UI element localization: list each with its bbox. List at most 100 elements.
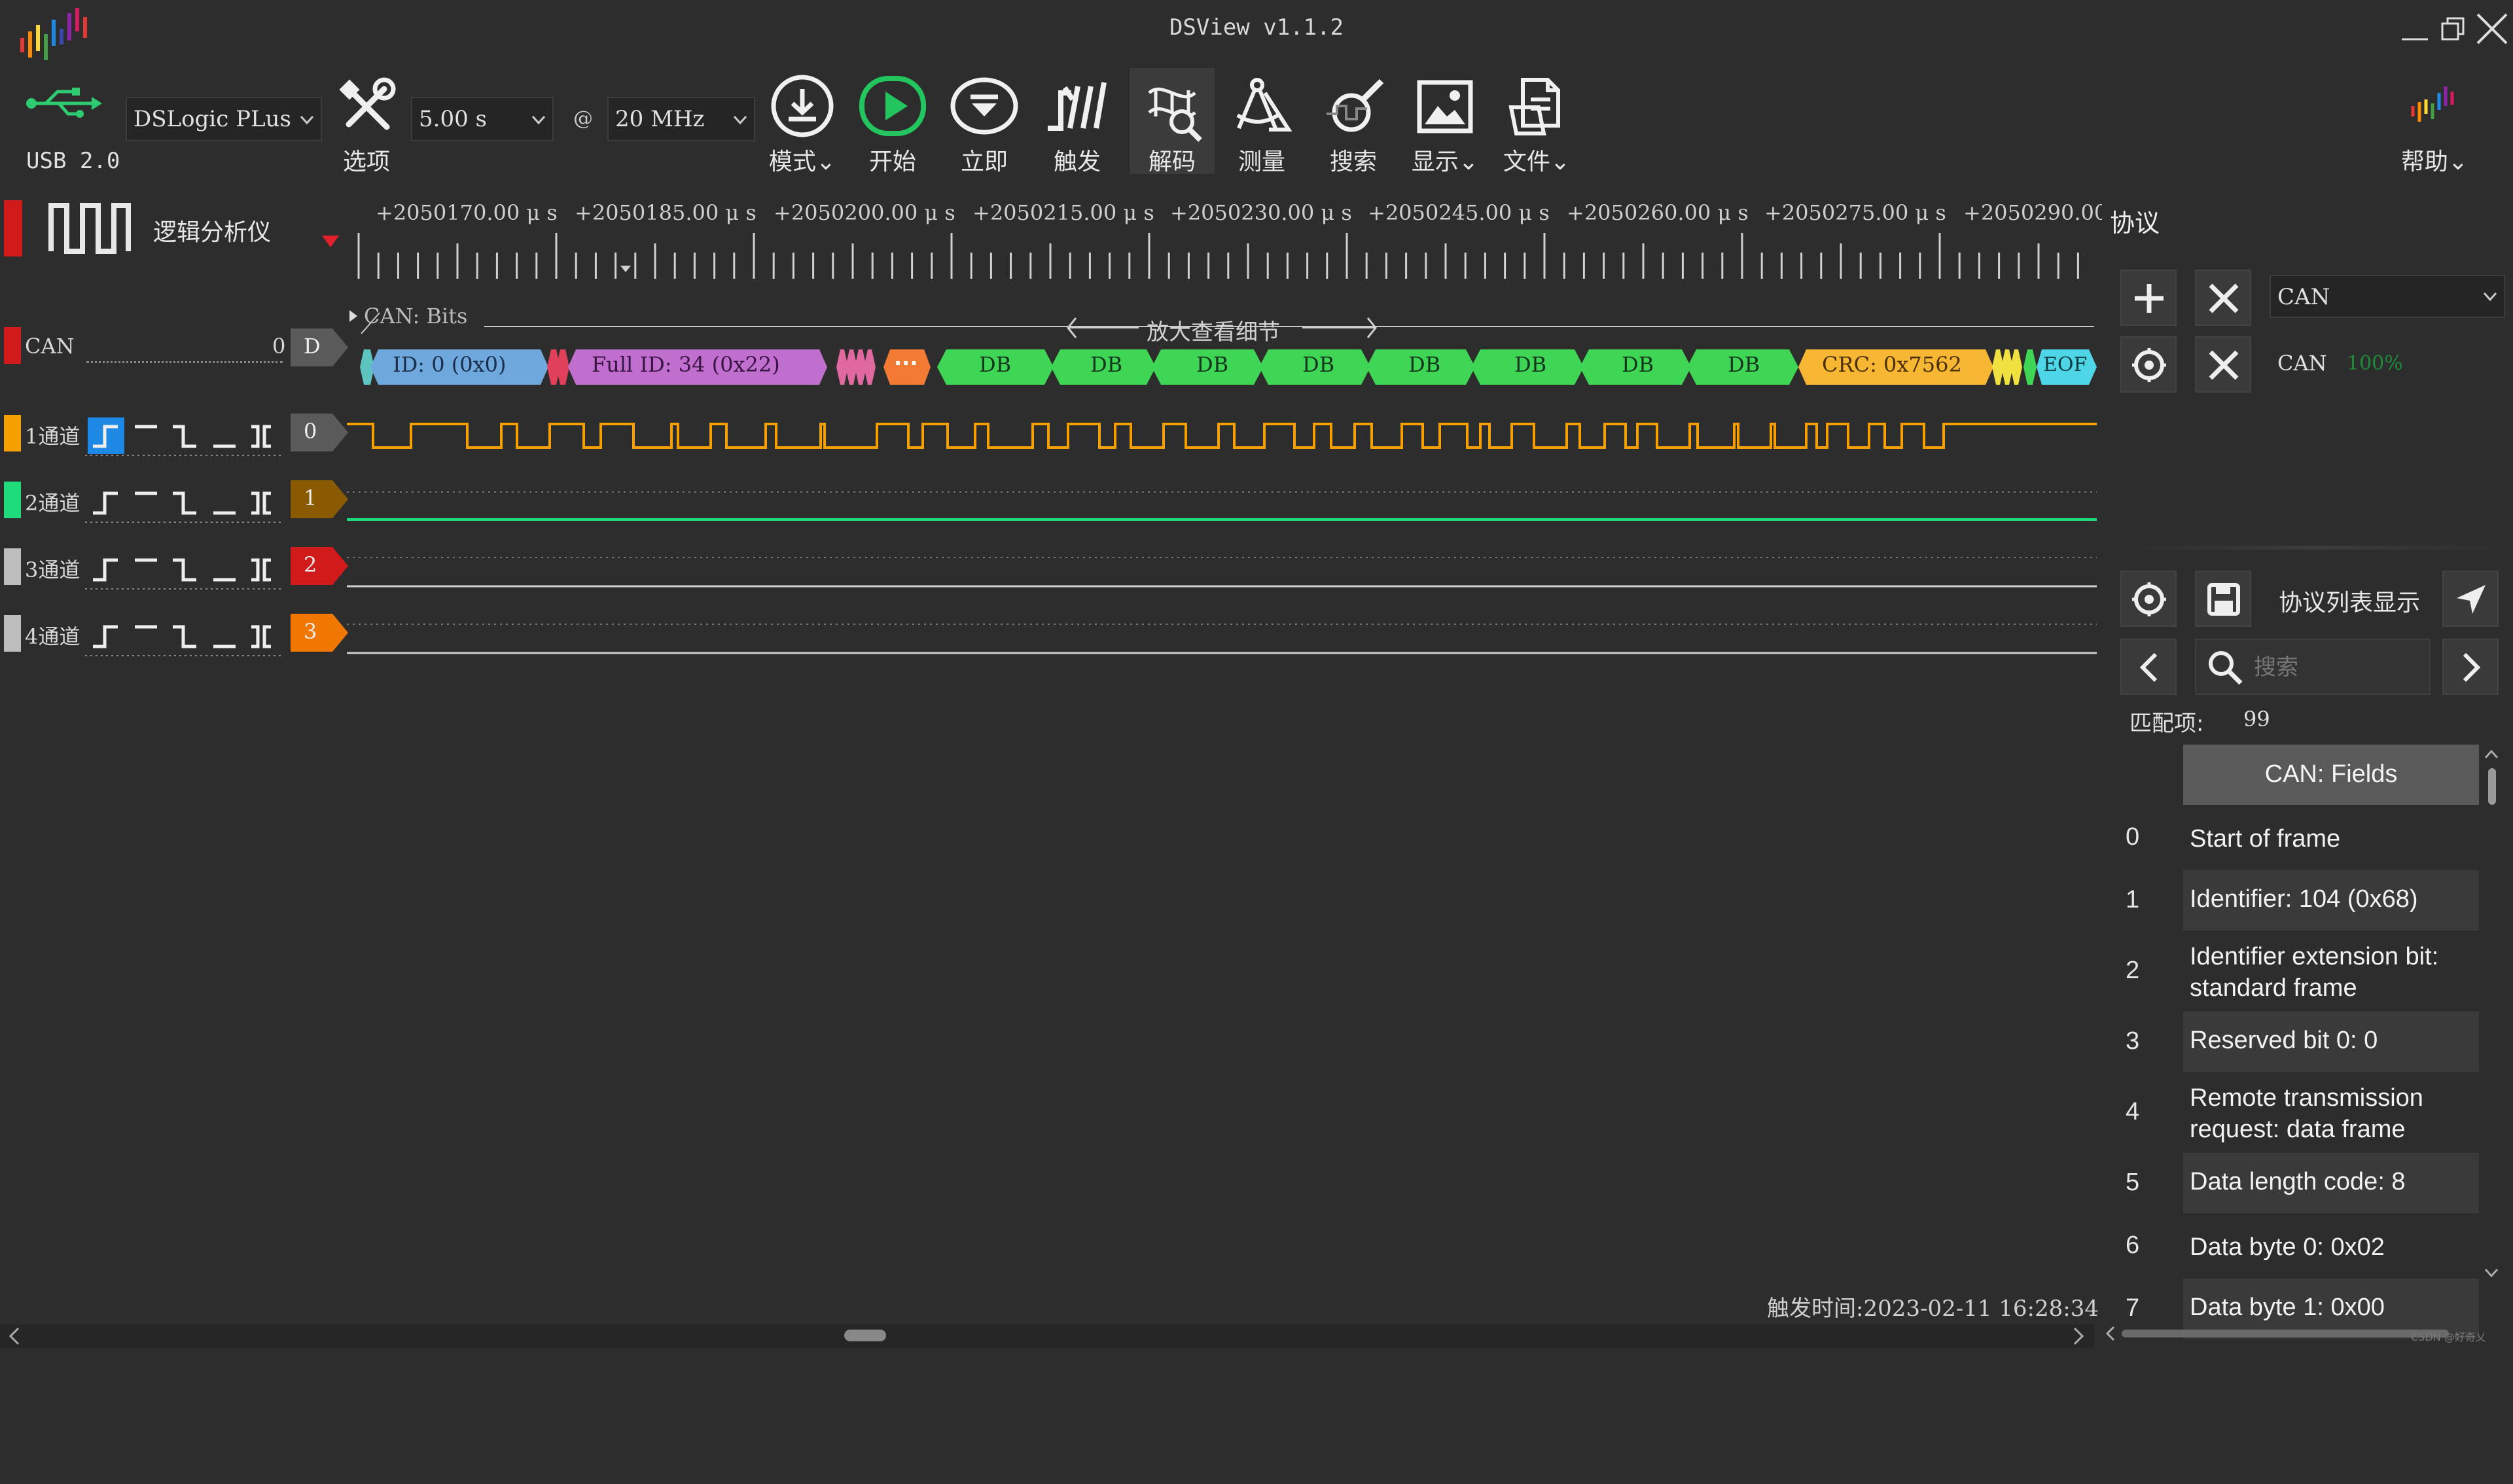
ruler-label: +2050275.00 μ s	[1764, 200, 1946, 225]
options-label: 选项	[342, 149, 390, 175]
prev-match-button[interactable]	[2120, 639, 2177, 695]
decoder-name[interactable]: CAN	[25, 334, 75, 359]
search-input[interactable]	[2253, 649, 2425, 686]
help-button[interactable]: 帮助⌄	[2395, 73, 2474, 175]
chevron-left-icon	[2122, 649, 2175, 686]
duration-select[interactable]: 5.00 s	[411, 97, 554, 141]
search-box[interactable]	[2195, 639, 2431, 695]
clear-decoders-button[interactable]	[2195, 270, 2251, 326]
chevron-down-icon	[297, 98, 317, 140]
measure-button[interactable]: 测量	[1222, 73, 1301, 175]
trigger-icon	[1041, 73, 1113, 145]
trigger-icons	[85, 417, 281, 656]
row-text: Remote transmission request: data frame	[2190, 1084, 2423, 1143]
trigger-button[interactable]: 触发	[1038, 73, 1116, 175]
options-button[interactable]: 选项	[327, 73, 406, 175]
instant-capture-icon	[948, 73, 1020, 145]
row-text: Identifier: 104 (0x68)	[2183, 870, 2479, 930]
row-number: 7	[2126, 1294, 2140, 1322]
table-row[interactable]: 0 Start of frame	[2102, 807, 2442, 870]
channel-color	[4, 482, 21, 518]
mode-button[interactable]: 模式⌄	[763, 73, 842, 175]
navigate-button[interactable]	[2442, 571, 2499, 627]
trigger-label: 触发	[1053, 149, 1101, 175]
row-number: 4	[2126, 1098, 2140, 1125]
decode-icon	[1136, 73, 1208, 145]
ruler-label: +2050170.00 μ s	[376, 200, 558, 225]
table-header-label: CAN: Fields	[2264, 760, 2398, 788]
db-label: DB	[1090, 352, 1123, 377]
table-header[interactable]: CAN: Fields	[2183, 745, 2479, 805]
table-row[interactable]: 4 Remote transmission request: data fram…	[2102, 1074, 2442, 1153]
device-select[interactable]: DSLogic PLus	[126, 97, 322, 141]
search-tool-button[interactable]: 搜索	[1314, 73, 1393, 175]
waveform-area	[347, 423, 2097, 654]
chevron-down-icon: ⌄	[1550, 149, 1571, 175]
zoom-hint-text: 放大查看细节	[1147, 319, 1280, 345]
crc-segment-label: CRC: 0x7562	[1822, 352, 1962, 377]
waveform-ch1	[347, 423, 2097, 449]
horizontal-scrollbar[interactable]	[0, 1324, 2094, 1348]
ruler-label: +2050200.00 μ s	[774, 200, 955, 225]
samplerate-value: 20 MHz	[615, 106, 705, 132]
decoder-dotline	[86, 361, 283, 363]
decoder-value: 0	[272, 334, 286, 359]
file-button[interactable]: 文件⌄	[1497, 73, 1576, 175]
table-vertical-scrollbar[interactable]	[2480, 746, 2503, 1282]
save-list-button[interactable]	[2195, 571, 2251, 627]
list-settings-button[interactable]	[2120, 571, 2177, 627]
channel-tag-2[interactable]: 2	[291, 547, 349, 585]
decoder-select[interactable]: CAN	[2270, 275, 2505, 318]
channel-index: 0	[304, 419, 317, 444]
matches-count: 99	[2243, 707, 2270, 732]
minimize-icon[interactable]	[2395, 9, 2434, 48]
help-label: 帮助	[2400, 149, 2448, 175]
start-label: 开始	[868, 149, 916, 175]
row-text: Reserved bit 0: 0	[2183, 1012, 2479, 1072]
instant-button[interactable]: 立即	[945, 73, 1024, 175]
display-button[interactable]: 显示⌄	[1406, 73, 1484, 175]
plus-icon	[2122, 280, 2175, 317]
close-window-icon[interactable]	[2472, 9, 2512, 48]
channel-name: 2通道	[25, 491, 80, 516]
channel-tag-3[interactable]: 3	[291, 614, 349, 652]
table-row[interactable]: 6 Data byte 0: 0x02	[2102, 1216, 2442, 1279]
channel-index: 2	[304, 552, 317, 577]
zoom-hint: 放大查看细节	[1065, 311, 1378, 345]
table-row[interactable]: 2 Identifier extension bit: standard fra…	[2102, 933, 2442, 1012]
chevron-right-icon	[2444, 649, 2497, 686]
close-icon	[2196, 347, 2250, 383]
mode-label: 模式	[768, 149, 816, 175]
table-row[interactable]: 3 Reserved bit 0: 0	[2102, 1012, 2479, 1074]
db-label: DB	[1408, 352, 1441, 377]
channel-tag-1[interactable]: 1	[291, 480, 349, 518]
channel-tag-0[interactable]: 0	[291, 414, 349, 451]
chevron-down-icon	[2480, 276, 2500, 318]
decoder-settings-button[interactable]	[2120, 336, 2177, 393]
fields-table[interactable]: CAN: Fields 0 Start of frame 1 Identifie…	[2102, 745, 2482, 1484]
db-label: DB	[1514, 352, 1547, 377]
row-number: 5	[2126, 1169, 2140, 1196]
ruler-label: +2050215.00 μ s	[972, 200, 1154, 225]
samplerate-select[interactable]: 20 MHz	[607, 97, 755, 141]
start-button[interactable]: 开始	[853, 73, 932, 175]
measure-label: 测量	[1238, 149, 1285, 175]
help-logo-icon	[2398, 73, 2470, 145]
decoder-progress: 100%	[2347, 352, 2403, 375]
eof-segment-label: EOF	[2043, 353, 2088, 376]
window-title: DSView v1.1.2	[1169, 14, 1344, 41]
table-row[interactable]: 5 Data length code: 8	[2102, 1153, 2479, 1216]
ruler-label: +2050290.00	[1963, 200, 2108, 225]
decode-button[interactable]: 解码	[1130, 68, 1215, 175]
search-tool-label: 搜索	[1329, 149, 1377, 175]
decoder-tag[interactable]: D	[291, 328, 349, 366]
decoder-select-value: CAN	[2277, 284, 2330, 310]
save-icon	[2196, 581, 2250, 618]
db-label: DB	[979, 352, 1012, 377]
add-decoder-button[interactable]	[2120, 270, 2177, 326]
remove-decoder-button[interactable]	[2195, 336, 2251, 393]
search-icon	[2205, 648, 2245, 687]
restore-icon[interactable]	[2434, 9, 2474, 48]
table-row[interactable]: 1 Identifier: 104 (0x68)	[2102, 870, 2479, 933]
next-match-button[interactable]	[2442, 639, 2499, 695]
